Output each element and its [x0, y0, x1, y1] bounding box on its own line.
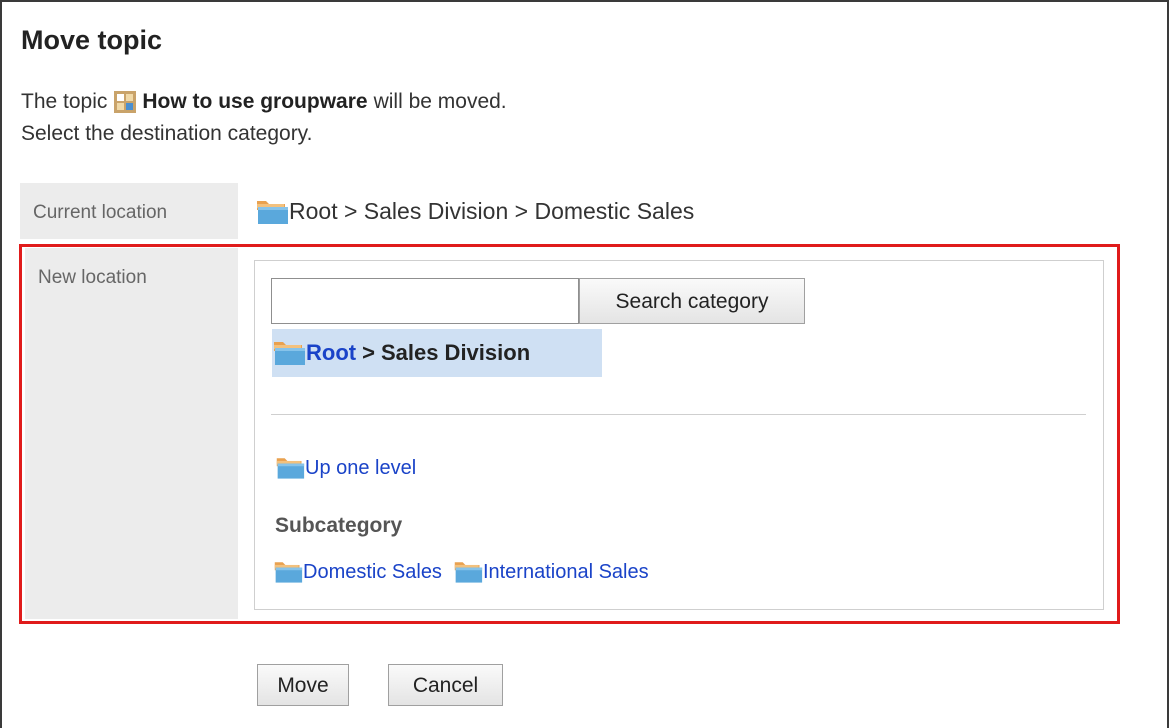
current-location-path: Root > Sales Division > Domestic Sales — [255, 198, 694, 225]
current-location-text: Root > Sales Division > Domestic Sales — [289, 198, 695, 224]
folder-icon — [255, 199, 289, 225]
move-button[interactable]: Move — [257, 664, 349, 706]
topic-icon — [114, 91, 137, 113]
description-prefix: The topic — [21, 90, 108, 113]
topic-name: How to use groupware — [142, 90, 368, 113]
description-line-2: Select the destination category. — [21, 122, 313, 145]
page-title: Move topic — [21, 25, 163, 55]
highlight-frame — [19, 244, 1120, 624]
cancel-button[interactable]: Cancel — [388, 664, 503, 706]
description-line-1: The topic How to use groupware will be m… — [21, 86, 507, 118]
description: The topic How to use groupware will be m… — [21, 86, 507, 150]
description-suffix: will be moved. — [373, 90, 507, 113]
current-location-label: Current location — [20, 183, 238, 239]
